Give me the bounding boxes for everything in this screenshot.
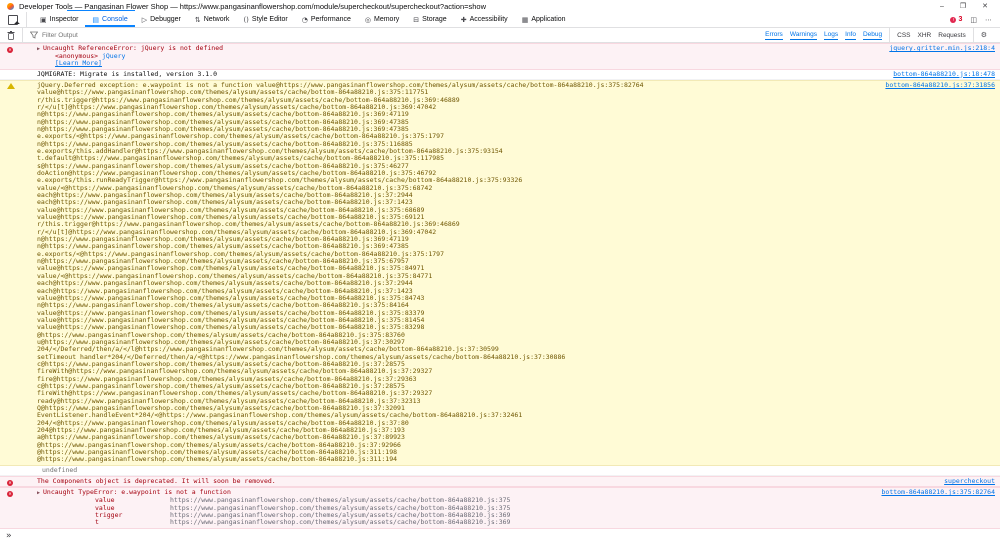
- maximize-button[interactable]: ❐: [960, 2, 966, 10]
- filter-info-button[interactable]: Info: [845, 31, 856, 40]
- source-link[interactable]: jquery.gritter.min.js:218:4: [889, 44, 995, 52]
- tab-label: Storage: [422, 16, 447, 23]
- tab-memory[interactable]: ◎ Memory: [358, 12, 406, 27]
- frame-function: trigger: [95, 510, 123, 519]
- filter-icon: [30, 31, 38, 39]
- console-error-row: ✕ ▶ Uncaught ReferenceError: jQuery is not…: [0, 43, 1000, 70]
- pick-element-button[interactable]: [0, 12, 27, 27]
- tab-label: Style Editor: [251, 16, 288, 23]
- error-icon: ✕: [7, 479, 13, 486]
- tab-label: Accessibility: [469, 16, 508, 23]
- tab-label: Inspector: [49, 16, 79, 23]
- console-filter-bar: Errors Warnings Logs Info Debug CSS XHR Reques…: [0, 28, 1000, 43]
- devtools-tab-bar: ▣ Inspector ▤ Console ▷ Debugger ⇅ Network() Sty…: [0, 12, 1000, 28]
- error-dot-icon: !: [950, 16, 957, 23]
- tabs: ▣ Inspector ▤ Console ▷ Debugger ⇅ Network() Sty…: [33, 12, 573, 27]
- warning-icon: [7, 82, 15, 89]
- tab-application[interactable]: ▦ Application: [515, 12, 573, 27]
- filter-errors-button[interactable]: Errors: [765, 31, 783, 40]
- source-link[interactable]: bottom-864a88210.js:375:82764: [882, 489, 996, 497]
- warning-stack-line: @https://www.pangasinanflowershop.com/th…: [37, 455, 398, 464]
- error-stack-line: [Learn More]: [37, 60, 892, 67]
- close-button[interactable]: ✕: [982, 2, 988, 10]
- tab-debugger[interactable]: ▷ Debugger: [135, 12, 188, 27]
- source-link[interactable]: bottom-864a88210.js:37:31856: [885, 81, 995, 89]
- network-icon: ⇅: [194, 15, 201, 24]
- tab-accessibility[interactable]: ✚ Accessibility: [454, 12, 515, 27]
- tab-network[interactable]: ⇅ Network: [188, 12, 237, 27]
- error-count-badge[interactable]: ! 3: [950, 16, 962, 23]
- error-message: Uncaught TypeError: e.waypoint is not a …: [43, 488, 231, 497]
- filter-logs-button[interactable]: Logs: [824, 31, 839, 40]
- tab-inspector[interactable]: ▣ Inspector: [33, 12, 85, 27]
- style-editor-icon: (): [243, 15, 249, 24]
- log-message: JQMIGRATE: Migrate is installed, version…: [37, 69, 218, 78]
- debugger-icon: ▷: [141, 15, 148, 24]
- error-stack-line: <anonymous> jQuery: [37, 51, 892, 60]
- error-message: Uncaught ReferenceError: jQuery is not d…: [43, 44, 224, 52]
- error-count: 3: [958, 16, 963, 23]
- title-bar: Developer Tools — Pangasinan Flower Shop…: [0, 0, 1000, 12]
- console-output: ✕ ▶ Uncaught ReferenceError: jQuery is not…: [0, 43, 1000, 544]
- tab-label: Console: [102, 16, 128, 23]
- source-link[interactable]: bottom-864a88210.js:18:478: [893, 70, 995, 78]
- error-message-line: The Components object is deprecated. It …: [37, 477, 892, 486]
- tab-label: Performance: [310, 16, 351, 23]
- tab-storage[interactable]: ⊟ Storage: [406, 12, 453, 27]
- accessibility-icon: ✚: [460, 15, 467, 24]
- source-link[interactable]: supercheckout: [944, 477, 995, 485]
- frame-function: t: [95, 518, 99, 527]
- stack-frame: t https://www.pangasinanflowershop.com/th…: [37, 518, 892, 527]
- filter-debug-button[interactable]: Debug: [862, 31, 883, 40]
- firefox-icon: [7, 2, 14, 10]
- tab-label: Network: [203, 16, 230, 23]
- pick-element-icon: [8, 14, 18, 25]
- toolbar-right: ! 3 ◫ ⋯: [950, 12, 1000, 27]
- tab-label: Memory: [374, 16, 400, 23]
- performance-icon: ◔: [301, 15, 308, 24]
- level-filter-group: Errors Warnings Logs Info Debug: [758, 28, 889, 42]
- error-message-line: ▶ Uncaught ReferenceError: jQuery is not …: [37, 44, 892, 53]
- error-icon: ✕: [7, 46, 13, 53]
- storage-icon: ⊟: [413, 15, 420, 24]
- console-prompt[interactable]: »: [0, 529, 1000, 541]
- filter-css-button[interactable]: CSS: [897, 32, 910, 39]
- settings-group: ⚙: [972, 28, 1000, 42]
- tab-label: Debugger: [150, 16, 181, 23]
- tab-performance[interactable]: ◔ Performance: [295, 12, 358, 27]
- console-warning-row: jQuery.Deferred exception: e.waypoint is…: [0, 79, 1000, 466]
- expand-arrow-icon[interactable]: ▶: [37, 490, 40, 496]
- clear-console-button[interactable]: [0, 28, 23, 42]
- console-result-row: undefined: [0, 466, 1000, 477]
- minimize-button[interactable]: –: [940, 3, 944, 10]
- expand-arrow-icon[interactable]: ▶: [37, 46, 40, 52]
- tab-label: Application: [531, 16, 566, 23]
- console-error-row: ✕ ▶ Uncaught TypeError: e.waypoint is not …: [0, 487, 1000, 529]
- meatball-menu-icon[interactable]: ⋯: [985, 16, 992, 24]
- trash-icon: [7, 30, 15, 40]
- learn-more-link[interactable]: [Learn More]: [55, 59, 102, 67]
- error-message: The Components object is deprecated. It …: [37, 477, 276, 486]
- category-filter-group: CSS XHR Requests: [889, 28, 973, 42]
- filter-warnings-button[interactable]: Warnings: [789, 31, 818, 40]
- tab-style-editor[interactable]: () Style Editor: [236, 12, 294, 27]
- devtools-window: Developer Tools — Pangasinan Flower Shop…: [0, 0, 1000, 544]
- console-icon: ▤: [92, 15, 100, 24]
- error-icon: ✕: [7, 490, 13, 497]
- title-underline: [67, 10, 135, 11]
- console-error-row: ✕ The Components object is deprecated. It…: [0, 476, 1000, 488]
- stack-text: jQuery: [101, 51, 126, 60]
- application-icon: ▦: [521, 15, 529, 24]
- filter-output-input[interactable]: [42, 31, 759, 39]
- split-console-icon[interactable]: ◫: [970, 16, 977, 24]
- memory-icon: ◎: [364, 15, 371, 24]
- window-controls: – ❐ ✕: [940, 2, 996, 11]
- filter-requests-button[interactable]: Requests: [938, 32, 965, 39]
- inspector-icon: ▣: [40, 15, 47, 24]
- tab-console[interactable]: ▤ Console: [85, 12, 134, 27]
- filter-xhr-button[interactable]: XHR: [918, 32, 932, 39]
- console-settings-icon[interactable]: ⚙: [981, 31, 993, 39]
- frame-location[interactable]: https://www.pangasinanflowershop.com/the…: [170, 518, 510, 526]
- console-log-row: JQMIGRATE: Migrate is installed, version…: [0, 70, 1000, 80]
